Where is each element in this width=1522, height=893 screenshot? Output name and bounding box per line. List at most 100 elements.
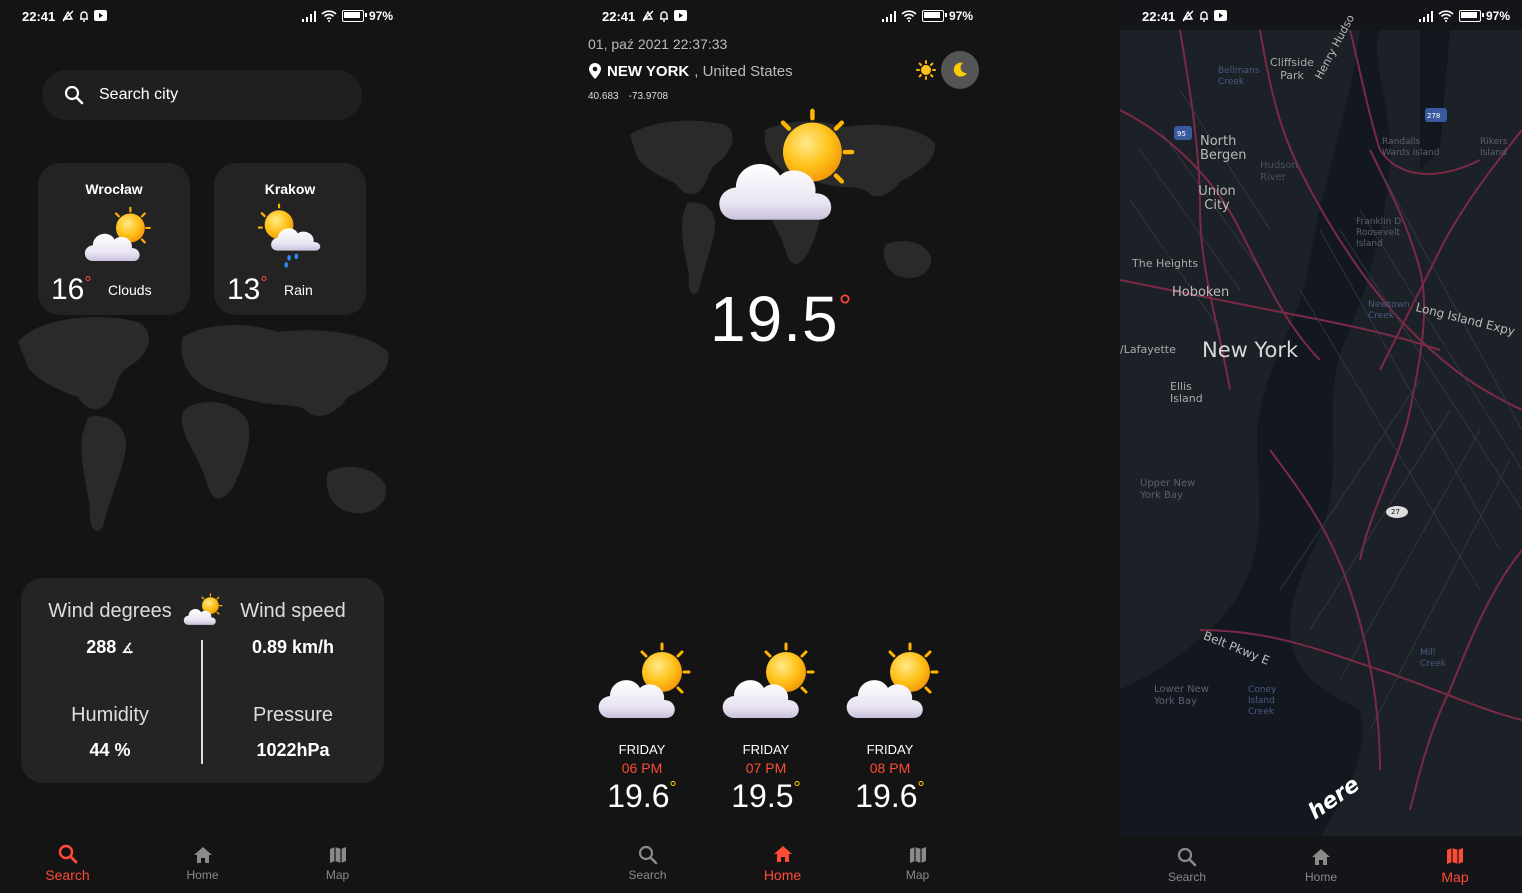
city-card-krakow[interactable]: Krakow 13° Rain	[214, 163, 366, 315]
nav-home-label: Home	[763, 867, 802, 883]
search-icon	[1177, 847, 1197, 867]
home-icon	[773, 846, 792, 862]
wind-degrees-label: Wind degrees	[48, 600, 172, 622]
signal-icon	[1418, 10, 1433, 22]
home-icon	[1312, 849, 1330, 865]
angle-icon: ∡	[121, 640, 134, 656]
forecast-item: FRIDAY 07 PM 19.5°	[711, 640, 821, 815]
current-temperature: 19.5°	[710, 283, 853, 355]
mute-icon	[1182, 10, 1194, 22]
cloud-sun-icon	[181, 592, 223, 628]
wifi-icon	[901, 10, 917, 22]
sun-behind-cloud-icon	[708, 105, 858, 230]
search-screen: 22:41 97% Search city Wrocław 16° Clouds…	[0, 0, 405, 893]
search-input[interactable]: Search city	[42, 70, 362, 120]
sun-behind-cloud-icon	[716, 640, 816, 725]
status-bar: 22:41 97%	[580, 0, 985, 32]
nav-search[interactable]: Search	[28, 843, 108, 883]
forecast-temp: 19.5°	[731, 778, 801, 814]
nav-search-label: Search	[628, 868, 667, 882]
coordinates: 40.683 -73.9708	[588, 91, 668, 102]
city-name: NEW YORK	[607, 62, 690, 80]
bottom-nav: Search Home Map	[0, 833, 405, 893]
battery-level: 97%	[1485, 9, 1510, 23]
forecast-day: FRIDAY	[742, 742, 790, 757]
status-right: 97%	[301, 9, 393, 23]
notification-icons	[1182, 10, 1227, 22]
forecast-day: FRIDAY	[618, 742, 666, 757]
divider	[201, 640, 203, 764]
battery-icon	[1458, 10, 1484, 22]
nav-home-label: Home	[1304, 870, 1337, 884]
battery-icon	[921, 10, 947, 22]
forecast-temp: 19.6°	[607, 778, 677, 814]
bell-icon	[660, 11, 668, 22]
current-datetime: 01, paź 2021 22:37:33	[588, 36, 728, 52]
status-right: 97%	[881, 9, 973, 23]
nav-search[interactable]: Search	[608, 844, 688, 882]
home-icon	[193, 847, 212, 863]
notification-icons	[642, 10, 687, 22]
wind-speed-value: 0.89 km/h	[251, 637, 335, 657]
battery-level: 97%	[948, 9, 973, 23]
search-placeholder: Search city	[99, 86, 179, 103]
pressure-value: 1022hPa	[256, 740, 330, 760]
location-pin-icon	[589, 63, 601, 79]
bottom-nav: Search Home Map	[1120, 837, 1522, 893]
status-time: 22:41	[22, 9, 56, 24]
city-name: Wrocław	[85, 181, 143, 197]
sun-behind-cloud-icon	[592, 640, 692, 725]
city-condition: Rain	[284, 282, 313, 298]
map-view[interactable]	[1120, 30, 1522, 836]
dark-mode-toggle[interactable]	[941, 51, 979, 89]
nav-home[interactable]: Home	[1281, 846, 1361, 884]
nav-home-label: Home	[186, 868, 219, 882]
status-bar: 22:41 97%	[0, 0, 405, 32]
humidity-label: Humidity	[71, 704, 149, 726]
youtube-icon	[674, 10, 687, 21]
nav-search-label: Search	[1167, 870, 1207, 884]
nav-map[interactable]: Map	[878, 844, 958, 882]
sun-cloud-rain-icon	[257, 203, 321, 268]
forecast-hour: 06 PM	[621, 760, 663, 776]
city-condition: Clouds	[108, 282, 152, 298]
longitude: -73.9708	[628, 91, 669, 102]
city-name: Krakow	[264, 181, 316, 197]
wind-degrees-value: 288 ∡	[86, 637, 134, 657]
bottom-nav: Search Home Map	[580, 833, 985, 893]
battery-level: 97%	[368, 9, 393, 23]
latitude: 40.683	[588, 91, 619, 102]
interstate-278-badge	[1425, 108, 1447, 122]
nav-map[interactable]: Map	[298, 844, 378, 882]
map-icon	[909, 847, 926, 863]
city-card-wroclaw[interactable]: Wrocław 16° Clouds	[38, 163, 190, 315]
status-time: 22:41	[602, 9, 636, 24]
light-mode-sun-icon[interactable]	[916, 60, 936, 80]
home-screen: 22:41 97% 01, paź 2021 22:37:33 NEW YORK…	[580, 0, 985, 893]
world-map-background	[18, 317, 389, 531]
nav-map[interactable]: Map	[1415, 845, 1495, 885]
wifi-icon	[1438, 10, 1454, 22]
wifi-icon	[321, 10, 337, 22]
battery-icon	[341, 10, 367, 22]
nav-search[interactable]: Search	[1147, 846, 1227, 884]
signal-icon	[881, 10, 896, 22]
nav-home[interactable]: Home	[163, 844, 243, 882]
route-27-badge	[1386, 506, 1408, 518]
humidity-value: 44 %	[89, 740, 131, 760]
status-time: 22:41	[1142, 9, 1176, 24]
nav-map-label: Map	[1441, 869, 1469, 885]
forecast-hour: 08 PM	[869, 760, 911, 776]
city-temp: 16°	[51, 273, 92, 306]
search-icon	[64, 85, 84, 105]
sun-behind-cloud-icon	[840, 640, 940, 725]
nav-home[interactable]: Home	[743, 843, 823, 883]
search-icon	[58, 844, 77, 864]
forecast-hour: 07 PM	[745, 760, 787, 776]
map-screen: 22:41 97% 95 278 27 New York Hoboken Nor…	[1120, 0, 1522, 893]
location: NEW YORK, United States	[588, 62, 793, 80]
weather-details-panel: Wind degrees Wind speed 288 ∡ 0.89 km/h …	[21, 578, 384, 783]
pressure-label: Pressure	[252, 704, 334, 726]
forecast-temp: 19.6°	[855, 778, 925, 814]
search-icon	[638, 845, 657, 865]
